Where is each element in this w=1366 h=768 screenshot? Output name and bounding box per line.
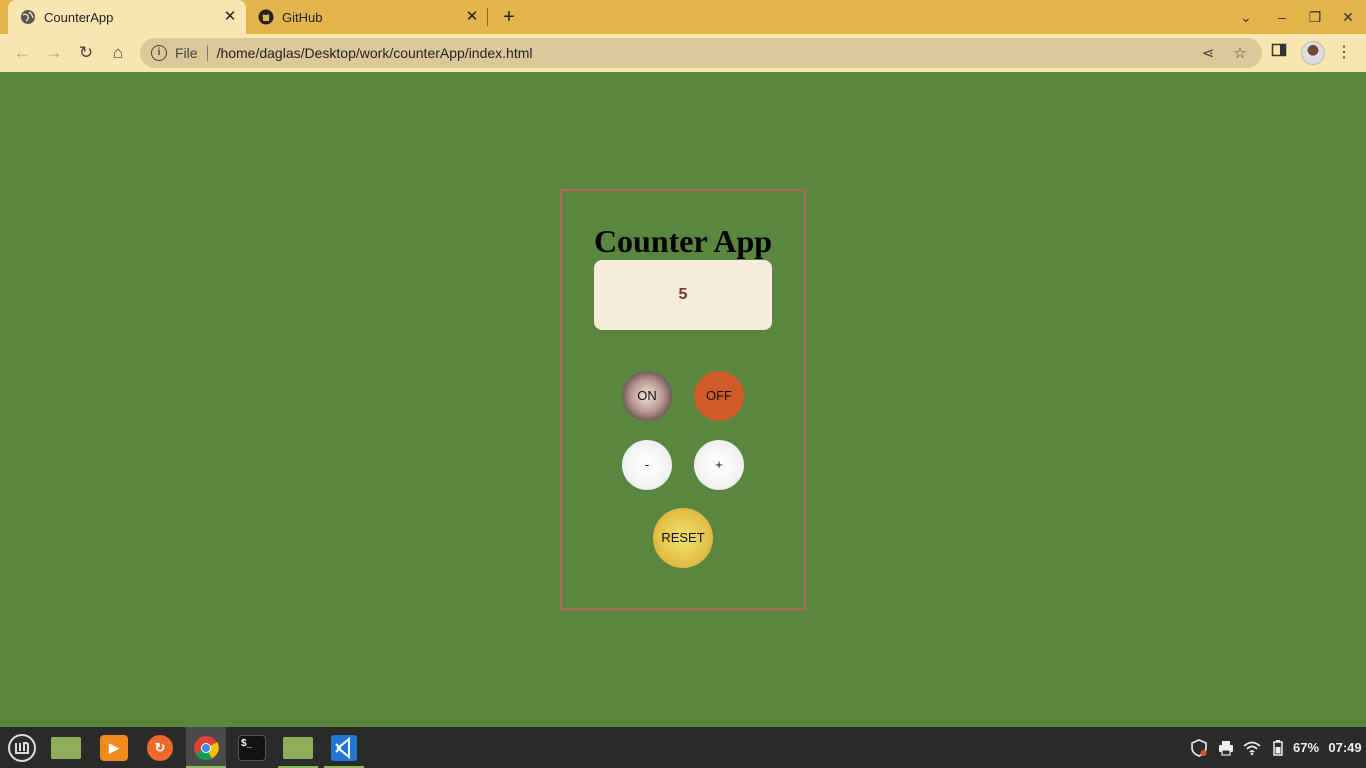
tab-separator xyxy=(487,8,488,26)
back-icon[interactable]: ← xyxy=(11,42,33,64)
show-desktop-icon[interactable] xyxy=(46,727,86,768)
decrement-button[interactable]: - xyxy=(622,440,672,490)
printer-icon[interactable] xyxy=(1215,727,1237,768)
shield-icon[interactable] xyxy=(1188,727,1210,768)
taskbar: ▶ ↻ $_ 67% 07:49 xyxy=(0,727,1366,768)
terminal-icon[interactable]: $_ xyxy=(232,727,272,768)
files-icon[interactable] xyxy=(278,727,318,768)
chrome-icon[interactable] xyxy=(186,727,226,768)
close-tab-icon[interactable]: ✕ xyxy=(222,9,238,25)
minimize-icon[interactable]: – xyxy=(1272,7,1292,27)
restore-icon[interactable]: ❐ xyxy=(1305,7,1325,27)
tab-title: GitHub xyxy=(282,9,323,25)
share-icon[interactable]: ⋖ xyxy=(1199,45,1217,63)
counter-card: Counter App 5 ON OFF - + RESET xyxy=(560,189,806,610)
forward-icon[interactable]: → xyxy=(43,42,65,64)
tab-search-icon[interactable]: ⌄ xyxy=(1236,7,1256,27)
battery-icon[interactable] xyxy=(1268,727,1288,768)
on-button[interactable]: ON xyxy=(622,371,672,421)
count-display: 5 xyxy=(594,260,772,330)
vscode-icon[interactable] xyxy=(324,727,364,768)
bookmark-star-icon[interactable]: ☆ xyxy=(1231,45,1249,63)
globe-icon xyxy=(20,9,36,25)
address-bar[interactable]: i File /home/daglas/Desktop/work/counter… xyxy=(140,38,1262,68)
side-panel-icon[interactable] xyxy=(1268,42,1290,64)
tab-strip: CounterApp ✕ GitHub ✕ + ⌄ – ❐ ✕ xyxy=(0,0,1366,34)
home-icon[interactable]: ⌂ xyxy=(107,42,129,64)
increment-button[interactable]: + xyxy=(694,440,744,490)
url-text[interactable]: /home/daglas/Desktop/work/counterApp/ind… xyxy=(217,45,533,61)
reset-button[interactable]: RESET xyxy=(653,508,713,568)
tab-title: CounterApp xyxy=(44,9,114,25)
url-divider xyxy=(206,45,208,61)
browser-toolbar: ← → ↻ ⌂ i File /home/daglas/Desktop/work… xyxy=(0,34,1366,72)
menu-kebab-icon[interactable]: ⋮ xyxy=(1333,42,1355,64)
profile-avatar[interactable] xyxy=(1301,41,1325,65)
url-scheme-label: File xyxy=(175,45,198,61)
close-window-icon[interactable]: ✕ xyxy=(1338,7,1358,27)
github-icon xyxy=(258,9,274,25)
clock[interactable]: 07:49 xyxy=(1326,727,1364,768)
off-button[interactable]: OFF xyxy=(694,371,744,421)
mint-menu-icon[interactable] xyxy=(2,727,42,768)
reload-icon[interactable]: ↻ xyxy=(75,42,97,64)
media-player-icon[interactable]: ▶ xyxy=(94,727,134,768)
tab-counterapp[interactable]: CounterApp ✕ xyxy=(8,0,246,34)
tab-github[interactable]: GitHub ✕ xyxy=(248,0,488,34)
battery-percentage: 67% xyxy=(1292,740,1320,755)
wifi-icon[interactable] xyxy=(1240,727,1264,768)
app-title: Counter App xyxy=(593,223,773,259)
site-info-icon[interactable]: i xyxy=(151,45,167,61)
firefox-icon[interactable]: ↻ xyxy=(140,727,180,768)
close-tab-icon[interactable]: ✕ xyxy=(464,9,480,25)
new-tab-button[interactable]: + xyxy=(498,6,520,28)
